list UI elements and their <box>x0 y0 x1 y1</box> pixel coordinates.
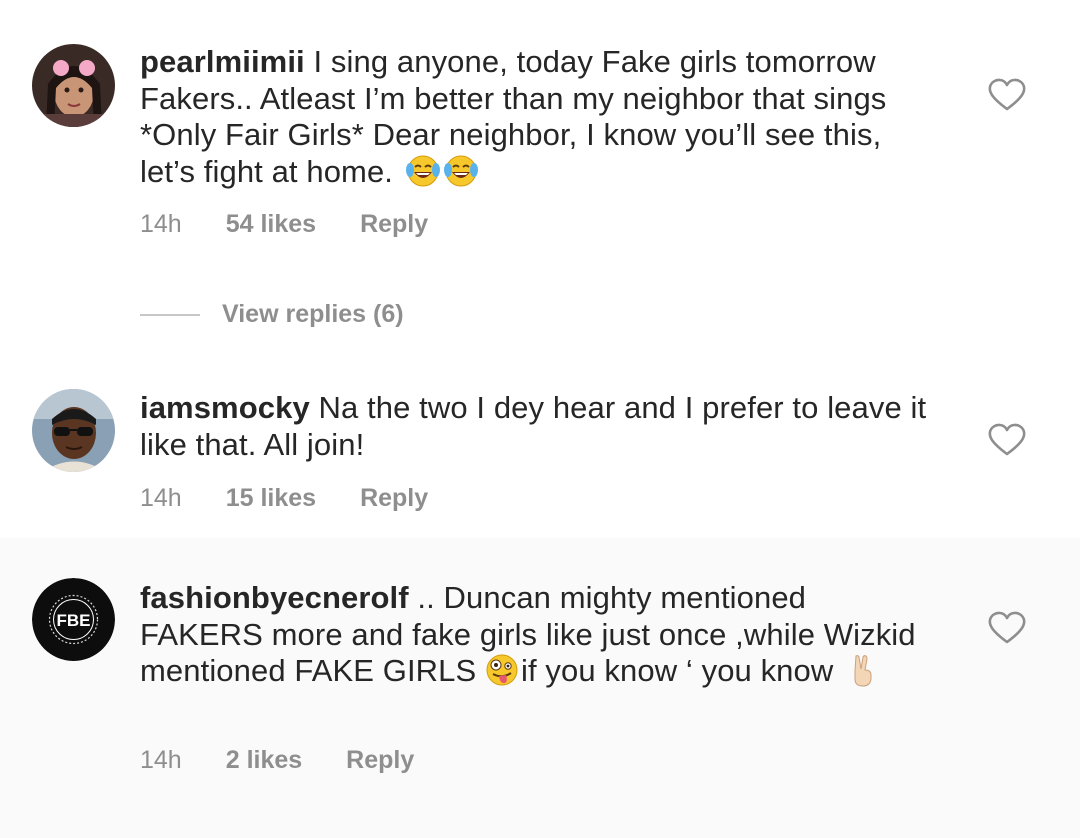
comment-item: pearlmiimii I sing anyone, today Fake gi… <box>0 0 1080 270</box>
comment-username[interactable]: pearlmiimii <box>140 44 305 79</box>
comment-text: iamsmocky Na the two I dey hear and I pr… <box>140 390 930 463</box>
reply-button[interactable]: Reply <box>360 210 428 239</box>
comment-username[interactable]: iamsmocky <box>140 390 310 425</box>
reply-button[interactable]: Reply <box>346 746 414 775</box>
heart-icon[interactable] <box>988 611 1026 645</box>
avatar[interactable] <box>32 389 115 472</box>
avatar-logo-text: FBE <box>57 611 91 630</box>
tears-of-joy-emoji <box>405 155 440 186</box>
comment-likes[interactable]: 2 likes <box>226 746 302 775</box>
view-replies-button[interactable]: View replies (6) <box>140 300 404 329</box>
reply-button[interactable]: Reply <box>360 484 428 513</box>
comment-timestamp[interactable]: 14h <box>140 746 182 775</box>
heart-icon[interactable] <box>988 78 1026 112</box>
comment-username[interactable]: fashionbyecnerolf <box>140 580 409 615</box>
heart-icon[interactable] <box>988 423 1026 457</box>
divider <box>140 313 200 316</box>
comment-timestamp[interactable]: 14h <box>140 484 182 513</box>
comment-item: FBE fashionbyecnerolf .. Duncan mighty m… <box>0 538 1080 838</box>
zany-face-emoji <box>486 654 518 686</box>
avatar[interactable]: FBE <box>32 578 115 661</box>
view-replies-label: View replies (6) <box>222 300 404 328</box>
comment-item: iamsmocky Na the two I dey hear and I pr… <box>0 366 1080 538</box>
comment-likes[interactable]: 15 likes <box>226 484 316 513</box>
tears-of-joy-emoji <box>443 155 478 186</box>
comment-text: pearlmiimii I sing anyone, today Fake gi… <box>140 44 930 190</box>
comment-timestamp[interactable]: 14h <box>140 210 182 239</box>
comment-body-continued: if you know ‘ you know <box>521 653 843 688</box>
comment-meta: 14h 2 likes Reply <box>140 746 414 775</box>
comment-meta: 14h 54 likes Reply <box>140 210 428 239</box>
comment-text: fashionbyecnerolf .. Duncan mighty menti… <box>140 580 930 690</box>
victory-hand-emoji <box>854 655 872 687</box>
avatar[interactable] <box>32 44 115 127</box>
comment-likes[interactable]: 54 likes <box>226 210 316 239</box>
comment-meta: 14h 15 likes Reply <box>140 484 428 513</box>
